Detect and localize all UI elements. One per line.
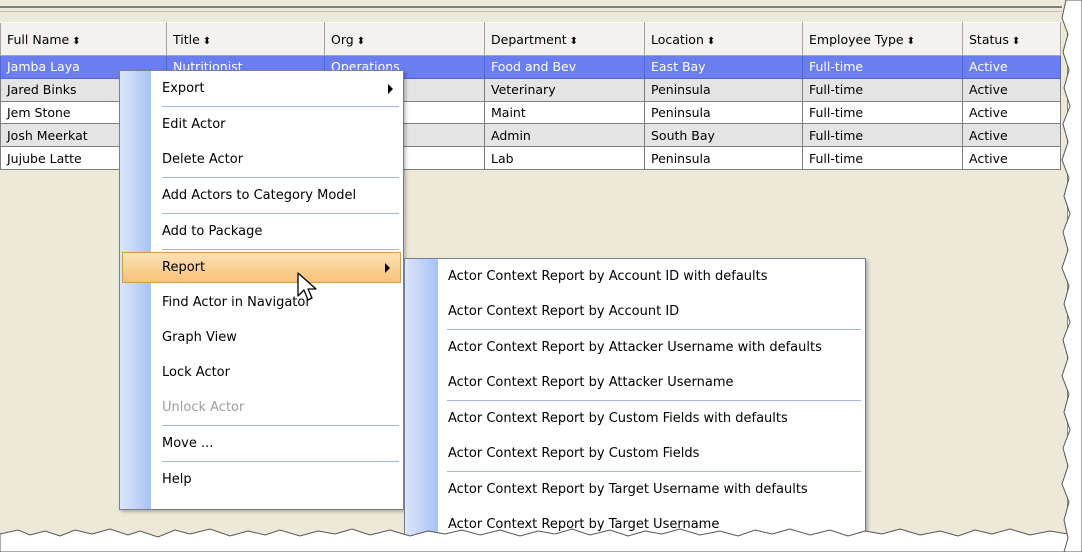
cell-employee-type: Full-time	[802, 100, 963, 125]
menu-item-edit-actor[interactable]: Edit Actor	[120, 107, 403, 142]
menu-item-label: Move ...	[162, 436, 214, 451]
cell-status: Active	[962, 146, 1061, 170]
menu-separator	[162, 249, 399, 250]
menu-item-label: Actor Context Report by Attacker Usernam…	[448, 375, 734, 390]
submenu-item-account-id-defaults[interactable]: Actor Context Report by Account ID with …	[405, 259, 865, 294]
menu-item-graph-view[interactable]: Graph View	[120, 320, 403, 355]
actor-context-menu: Export Edit Actor Delete Actor Add Actor…	[119, 70, 404, 510]
mouse-pointer-icon	[297, 272, 317, 301]
column-header-label: Org	[331, 31, 354, 47]
sort-icon: ⬍	[1011, 35, 1021, 47]
menu-item-move[interactable]: Move ...	[120, 426, 403, 461]
menu-item-label: Actor Context Report by Custom Fields	[448, 446, 700, 461]
submenu-item-custom-fields[interactable]: Actor Context Report by Custom Fields	[405, 436, 865, 471]
menu-item-label: Graph View	[162, 330, 237, 345]
menu-item-label: Delete Actor	[162, 152, 244, 167]
submenu-arrow-icon	[385, 262, 390, 273]
sort-icon: ⬍	[72, 35, 81, 47]
column-header-status[interactable]: Status ⬍	[962, 22, 1061, 56]
menu-item-label: Export	[162, 81, 205, 96]
cell-status: Active	[962, 100, 1061, 125]
submenu-item-attacker-username-defaults[interactable]: Actor Context Report by Attacker Usernam…	[405, 330, 865, 365]
menu-item-find-actor-in-navigator[interactable]: Find Actor in Navigator	[120, 285, 403, 320]
sort-icon: ⬍	[906, 35, 915, 47]
menu-item-label: Actor Context Report by Target Username …	[448, 482, 808, 497]
submenu-item-attacker-username[interactable]: Actor Context Report by Attacker Usernam…	[405, 365, 865, 400]
top-divider-light	[0, 11, 1062, 12]
sort-icon: ⬍	[202, 35, 212, 47]
menu-item-export[interactable]: Export	[120, 71, 403, 106]
cell-status: Active	[962, 77, 1061, 102]
column-header-label: Title	[173, 31, 200, 47]
menu-item-label: Actor Context Report by Attacker Usernam…	[448, 340, 822, 355]
menu-item-label: Add Actors to Category Model	[162, 188, 357, 203]
torn-edge-bottom	[0, 528, 1082, 552]
column-header-employee-type[interactable]: Employee Type ⬍	[802, 22, 963, 56]
cell-location: East Bay	[644, 55, 803, 79]
cell-employee-type: Full-time	[802, 123, 963, 148]
menu-item-label: Help	[162, 472, 192, 487]
column-header-location[interactable]: Location ⬍	[644, 22, 803, 56]
menu-item-label: Actor Context Report by Account ID with …	[448, 269, 768, 284]
column-header-full-name[interactable]: Full Name ⬍	[0, 22, 167, 56]
cell-status: Active	[962, 123, 1061, 148]
sort-icon: ⬍	[569, 35, 579, 47]
cell-location: Peninsula	[644, 77, 803, 102]
menu-item-help[interactable]: Help	[120, 462, 403, 497]
menu-item-lock-actor[interactable]: Lock Actor	[120, 355, 403, 390]
sort-icon: ⬍	[356, 35, 366, 47]
column-header-label: Employee Type	[809, 31, 904, 47]
menu-item-label: Actor Context Report by Custom Fields wi…	[448, 411, 788, 426]
submenu-arrow-icon	[388, 83, 393, 94]
cell-department: Lab	[484, 146, 645, 170]
cell-department: Admin	[484, 123, 645, 148]
menu-item-add-to-category-model[interactable]: Add Actors to Category Model	[120, 178, 403, 213]
cell-employee-type: Full-time	[802, 146, 963, 170]
cell-location: South Bay	[644, 123, 803, 148]
column-header-label: Location	[651, 31, 704, 47]
torn-edge-right	[1061, 0, 1082, 552]
menu-item-label: Actor Context Report by Account ID	[448, 304, 680, 319]
column-header-label: Status	[969, 31, 1009, 47]
cell-department: Food and Bev	[484, 55, 645, 79]
cell-employee-type: Full-time	[802, 77, 963, 102]
menu-item-label: Unlock Actor	[162, 400, 245, 415]
column-header-label: Department	[491, 31, 567, 47]
application-window: Full Name ⬍ Title ⬍ Org ⬍ Department ⬍ Locat…	[0, 0, 1068, 540]
cell-department: Veterinary	[484, 77, 645, 102]
top-divider	[0, 6, 1062, 8]
column-header-department[interactable]: Department ⬍	[484, 22, 645, 56]
menu-item-delete-actor[interactable]: Delete Actor	[120, 142, 403, 177]
cell-location: Peninsula	[644, 100, 803, 125]
table-header-row: Full Name ⬍ Title ⬍ Org ⬍ Department ⬍ Locat…	[0, 22, 1061, 56]
menu-item-label: Add to Package	[162, 224, 263, 239]
menu-item-label: Lock Actor	[162, 365, 230, 380]
menu-item-report[interactable]: Report	[122, 252, 401, 283]
submenu-item-custom-fields-defaults[interactable]: Actor Context Report by Custom Fields wi…	[405, 401, 865, 436]
column-header-title[interactable]: Title ⬍	[166, 22, 325, 56]
menu-item-add-to-package[interactable]: Add to Package	[120, 214, 403, 249]
column-header-org[interactable]: Org ⬍	[324, 22, 485, 56]
cell-status: Active	[962, 55, 1061, 79]
cell-employee-type: Full-time	[802, 55, 963, 79]
menu-item-label: Report	[162, 260, 206, 275]
column-header-label: Full Name	[7, 31, 70, 47]
menu-item-unlock-actor: Unlock Actor	[120, 390, 403, 425]
report-submenu: Actor Context Report by Account ID with …	[404, 258, 866, 540]
sort-icon: ⬍	[706, 35, 716, 47]
submenu-item-target-username-defaults[interactable]: Actor Context Report by Target Username …	[405, 472, 865, 507]
menu-item-label: Edit Actor	[162, 117, 226, 132]
menu-item-label: Find Actor in Navigator	[162, 295, 311, 310]
submenu-item-account-id[interactable]: Actor Context Report by Account ID	[405, 294, 865, 329]
cell-location: Peninsula	[644, 146, 803, 170]
cell-department: Maint	[484, 100, 645, 125]
